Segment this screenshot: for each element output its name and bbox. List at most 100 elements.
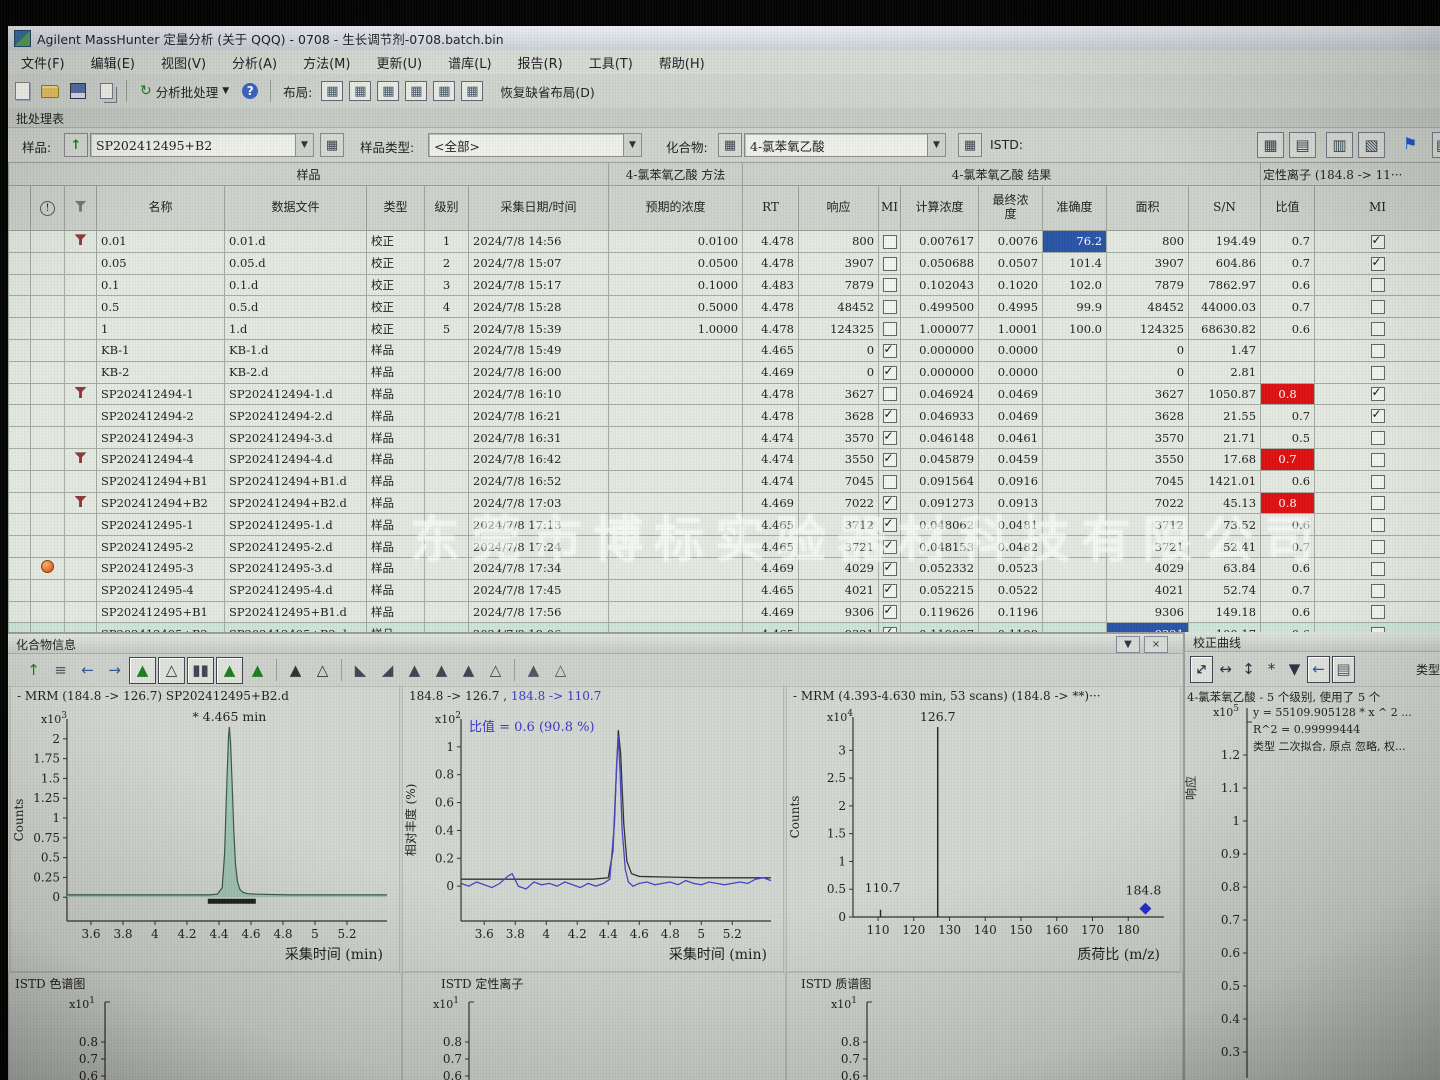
filter-cell[interactable] [65,231,97,253]
col-datafile[interactable]: 数据文件 [225,186,367,231]
alert-cell[interactable] [31,274,65,296]
table-row[interactable]: SP202412494-4SP202412494-4.d样品2024/7/8 1… [9,448,1440,470]
prev-compound-icon[interactable]: ← [75,658,100,683]
datetime-cell[interactable]: 2024/7/8 15:39 [469,318,609,340]
split-peak-icon[interactable]: ▲ [429,658,454,683]
datafile-cell[interactable]: KB-2.d [225,361,367,383]
row-select-cell[interactable] [9,514,31,536]
mi2-checkbox-cell[interactable] [1315,318,1440,340]
grid-icon[interactable]: ▤ [1332,656,1355,683]
mi-checkbox[interactable] [1371,496,1385,510]
copy-icon[interactable] [94,80,118,102]
mi-checkbox[interactable] [1371,300,1385,314]
name-cell[interactable]: SP202412494+B1 [97,470,225,492]
type-cell[interactable]: 校正 [367,274,425,296]
col-datetime[interactable]: 采集日期/时间 [469,186,609,231]
accuracy-cell[interactable] [1043,405,1107,427]
filter-cell[interactable] [65,601,97,623]
col-final-conc[interactable]: 最终浓度 [979,186,1043,231]
alert-cell[interactable] [31,383,65,405]
single-peak-icon[interactable]: ▲ [245,658,270,683]
mi2-checkbox-cell[interactable] [1315,514,1440,536]
datetime-cell[interactable]: 2024/7/8 15:07 [469,252,609,274]
datetime-cell[interactable]: 2024/7/8 17:56 [469,601,609,623]
final-conc-cell[interactable]: 0.0507 [979,252,1043,274]
sn-cell[interactable]: 2.81 [1189,361,1261,383]
name-cell[interactable]: SP202412495+B1 [97,601,225,623]
accuracy-cell[interactable] [1043,448,1107,470]
area-cell[interactable]: 800 [1107,231,1189,253]
accuracy-cell[interactable] [1043,383,1107,405]
sn-cell[interactable]: 17.68 [1189,448,1261,470]
expected-conc-cell[interactable] [609,405,743,427]
filter-cell[interactable] [65,318,97,340]
alt-peak-icon[interactable]: △ [548,658,573,683]
level-cell[interactable] [425,427,469,449]
calc-conc-cell[interactable]: 0.052215 [901,579,979,601]
sn-cell[interactable]: 1421.01 [1189,470,1261,492]
response-cell[interactable]: 800 [799,231,879,253]
response-cell[interactable]: 7045 [799,470,879,492]
row-select-cell[interactable] [9,252,31,274]
sn-cell[interactable]: 194.49 [1189,231,1261,253]
sample-type-combo[interactable]: <全部> ▼ [428,133,642,157]
col-accuracy[interactable]: 准确度 [1043,186,1107,231]
row-select-cell[interactable] [9,536,31,558]
datetime-cell[interactable]: 2024/7/8 16:42 [469,448,609,470]
level-cell[interactable]: 2 [425,252,469,274]
col-name[interactable]: 名称 [97,186,225,231]
mi-checkbox[interactable] [1371,366,1385,380]
qualifier-list-icon[interactable]: ≡ [48,658,73,683]
chevron-down-icon[interactable]: ▼ [623,134,641,156]
rt-cell[interactable]: 4.478 [743,252,799,274]
datetime-cell[interactable]: 2024/7/8 14:56 [469,231,609,253]
ratio-cell[interactable]: 0.7 [1261,296,1315,318]
alert-cell[interactable] [31,601,65,623]
mi-checkbox-cell[interactable] [879,383,901,405]
compound-combo[interactable]: 4-氯苯氧乙酸 ▼ [744,133,946,157]
alert-cell[interactable] [31,492,65,514]
filter-cell[interactable] [65,405,97,427]
alert-cell[interactable] [31,514,65,536]
level-cell[interactable] [425,361,469,383]
table-row[interactable]: 0.50.5.d校正42024/7/8 15:280.50004.4784845… [9,296,1440,318]
filter-cell[interactable] [65,448,97,470]
mi-checkbox[interactable] [883,235,897,249]
mi2-checkbox-cell[interactable] [1315,361,1440,383]
name-cell[interactable]: SP202412495-2 [97,536,225,558]
mi2-checkbox-cell[interactable] [1315,274,1440,296]
zero-peak-icon[interactable]: △ [310,658,335,683]
mi-checkbox[interactable] [1371,409,1385,423]
area-cell[interactable]: 0 [1107,339,1189,361]
menu-item-方法[interactable]: 方法(M) [290,53,363,72]
table-expand-icon[interactable]: ▦ [1257,132,1284,158]
mi-checkbox-cell[interactable] [879,601,901,623]
layout-tile-icon[interactable]: ▦ [461,81,483,101]
table-row[interactable]: 0.050.05.d校正22024/7/8 15:070.05004.47839… [9,252,1440,274]
window-grid-icon[interactable]: ▧ [1358,132,1385,158]
datafile-cell[interactable]: 0.1.d [225,274,367,296]
type-cell[interactable]: 样品 [367,601,425,623]
col-response[interactable]: 响应 [799,186,879,231]
filter-cell[interactable] [65,274,97,296]
alert-cell[interactable] [31,536,65,558]
response-cell[interactable]: 9306 [799,601,879,623]
mi2-checkbox-cell[interactable] [1315,470,1440,492]
final-conc-cell[interactable]: 0.0461 [979,427,1043,449]
chevron-down-icon[interactable]: ▼ [295,134,313,156]
name-cell[interactable]: SP202412495-3 [97,557,225,579]
fit-y-icon[interactable]: ↕ [1238,657,1259,682]
ratio-cell[interactable]: 0.6 [1261,470,1315,492]
row-select-cell[interactable] [9,296,31,318]
alert-column-icon[interactable]: ! [31,186,65,231]
accuracy-cell[interactable]: 76.2 [1043,231,1107,253]
response-cell[interactable]: 3627 [799,383,879,405]
datafile-cell[interactable]: 0.5.d [225,296,367,318]
mi2-checkbox-cell[interactable] [1315,536,1440,558]
istd-toggle-icon[interactable]: ↑ [21,658,46,683]
col-level[interactable]: 级别 [425,186,469,231]
name-cell[interactable]: KB-2 [97,361,225,383]
mi2-checkbox-cell[interactable] [1315,492,1440,514]
sn-cell[interactable]: 21.55 [1189,405,1261,427]
col-mi-2[interactable]: MI [1315,186,1440,231]
